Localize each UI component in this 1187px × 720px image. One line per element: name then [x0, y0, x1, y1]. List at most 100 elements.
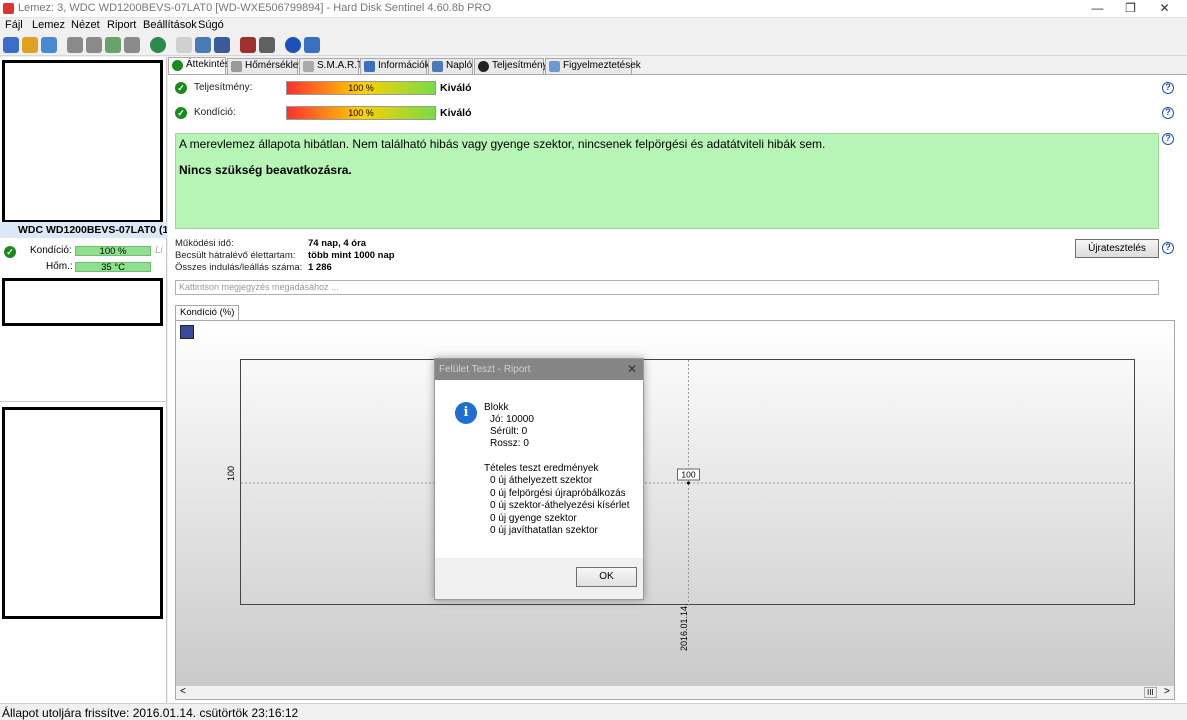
report-line: Rossz: 0 — [490, 438, 529, 449]
chart-plot: 100 — [240, 359, 1136, 606]
tab-label: Hőmérséklet — [245, 60, 302, 71]
tab-label: Figyelmeztetések — [563, 60, 641, 71]
tab-alerts[interactable]: Figyelmeztetések — [545, 58, 641, 74]
report-line: 0 új javíthatatlan szektor — [490, 525, 598, 536]
menu-disk[interactable]: Lemez — [32, 19, 65, 31]
thermometer-icon — [231, 61, 242, 72]
chart-icon[interactable] — [240, 37, 256, 53]
settings-icon[interactable] — [259, 37, 275, 53]
temp-label: Hőm.: — [46, 261, 73, 272]
startstop-label: Összes indulás/leállás száma: — [175, 262, 303, 273]
performance-bar: 100 % — [286, 81, 436, 95]
condition-ok-icon: ✓ — [175, 107, 187, 119]
menu-report[interactable]: Riport — [107, 19, 136, 31]
tab-overview[interactable]: Áttekintés — [168, 57, 230, 74]
data-label: 100 — [677, 468, 700, 481]
dialog-body: i Blokk Jó: 10000 Sérült: 0 Rossz: 0 Tét… — [435, 380, 643, 558]
globe-icon[interactable] — [150, 37, 166, 53]
disk-info-icon[interactable] — [22, 37, 38, 53]
test2-icon[interactable] — [86, 37, 102, 53]
health-status-text: A merevlemez állapota hibátlan. Nem talá… — [179, 137, 826, 151]
test3-icon[interactable] — [105, 37, 121, 53]
horizontal-scrollbar[interactable]: < III > — [176, 685, 1174, 699]
lifetime-value: több mint 1000 nap — [308, 250, 395, 261]
help-icon[interactable] — [285, 37, 301, 53]
startstop-value: 1 286 — [308, 262, 332, 273]
divider — [0, 401, 166, 402]
menu-view[interactable]: Nézet — [71, 19, 100, 31]
ok-check-icon: ✓ — [4, 246, 16, 258]
tab-smart[interactable]: S.M.A.R.T. — [299, 58, 365, 74]
scroll-right-arrow[interactable]: > — [1164, 686, 1170, 697]
condition-rating: Kiváló — [440, 107, 472, 119]
log-icon — [432, 61, 443, 72]
dialog-title: Felület Teszt - Riport — [435, 359, 643, 380]
svg-text:100: 100 — [681, 470, 695, 480]
condition-bar: 100 % — [75, 246, 151, 256]
note-input[interactable]: Kattintson megjegyzés megadásához ... — [175, 280, 1159, 295]
disk-name[interactable]: WDC WD1200BEVS-07LAT0 (111, — [0, 222, 167, 238]
title-bar: Lemez: 3, WDC WD1200BEVS-07LAT0 [WD-WXE5… — [0, 0, 1187, 18]
disk-thumbnail-2[interactable] — [2, 278, 163, 326]
send-icon[interactable] — [195, 37, 211, 53]
performance-ok-icon: ✓ — [175, 82, 187, 94]
uptime-value: 74 nap, 4 óra — [308, 238, 367, 249]
help-icon[interactable]: ? — [1162, 133, 1174, 145]
monitor-icon[interactable] — [41, 37, 57, 53]
test-icon[interactable] — [67, 37, 83, 53]
temp-bar: 35 °C — [75, 262, 151, 272]
help-icon[interactable]: ? — [1162, 107, 1174, 119]
download-icon[interactable] — [304, 37, 320, 53]
test4-icon[interactable] — [124, 37, 140, 53]
retest-button[interactable]: Újratesztelés — [1075, 239, 1159, 258]
check-icon — [172, 60, 183, 71]
tab-label: Áttekintés — [186, 59, 230, 70]
app-icon — [3, 3, 14, 14]
chart-area: 100 100 2016.01.14. < III > — [175, 320, 1175, 700]
window-title: Lemez: 3, WDC WD1200BEVS-07LAT0 [WD-WXE5… — [18, 2, 491, 14]
performance-rating: Kiváló — [440, 82, 472, 94]
refresh-icon[interactable] — [3, 37, 19, 53]
toolbar — [0, 34, 1187, 56]
speed-icon — [478, 61, 489, 72]
chart-svg: 100 — [241, 360, 1136, 606]
disk-thumbnail-3[interactable] — [2, 407, 163, 619]
condition-label: Kondíció: — [30, 245, 72, 256]
condition-suffix: Li — [155, 245, 163, 256]
tab-information[interactable]: Információk — [360, 58, 430, 74]
tab-temperature[interactable]: Hőmérséklet — [227, 58, 302, 74]
alert-icon — [549, 61, 560, 72]
tools-icon[interactable] — [214, 37, 230, 53]
ok-button[interactable]: OK — [576, 567, 637, 587]
menu-help[interactable]: Súgó — [198, 19, 224, 31]
chart-tab-condition[interactable]: Kondíció (%) — [175, 305, 240, 320]
report-icon[interactable] — [176, 37, 192, 53]
menu-bar: Fájl Lemez Nézet Riport Beállítások Súgó — [0, 18, 1187, 34]
close-button[interactable]: ✕ — [1142, 0, 1187, 18]
report-line: 0 új áthelyezett szektor — [490, 475, 593, 486]
report-line: 0 új szektor-áthelyezési kísérlet — [490, 500, 630, 511]
disk-thumbnail[interactable] — [2, 60, 163, 223]
overview-panel: ✓ Teljesítmény: 100 % Kiváló ? ✓ Kondíci… — [168, 74, 1187, 703]
disk-list-panel: WDC WD1200BEVS-07LAT0 (111, ✓ Kondíció: … — [0, 57, 167, 703]
scroll-left-arrow[interactable]: < — [180, 686, 186, 697]
menu-settings[interactable]: Beállítások — [143, 19, 197, 31]
health-advice: Nincs szükség beavatkozásra. — [179, 163, 352, 177]
report-line: Tételes teszt eredmények — [484, 463, 599, 474]
tab-label: Teljesítmény — [492, 60, 548, 71]
save-icon[interactable] — [180, 325, 194, 339]
help-icon[interactable]: ? — [1162, 82, 1174, 94]
smart-icon — [303, 61, 314, 72]
tab-performance[interactable]: Teljesítmény — [474, 58, 548, 74]
tab-log[interactable]: Napló — [428, 58, 473, 74]
x-tick-label: 2016.01.14. — [679, 603, 689, 651]
scroll-thumb[interactable]: III — [1144, 687, 1157, 698]
dialog-close-icon[interactable]: ✕ — [627, 362, 637, 376]
tab-label: Információk — [378, 60, 430, 71]
status-bar: Állapot utoljára frissítve: 2016.01.14. … — [0, 703, 1187, 720]
help-icon[interactable]: ? — [1162, 242, 1174, 254]
report-line: 0 új gyenge szektor — [490, 513, 577, 524]
menu-file[interactable]: Fájl — [5, 19, 23, 31]
tab-label: S.M.A.R.T. — [317, 60, 365, 71]
y-tick-label: 100 — [226, 465, 236, 481]
